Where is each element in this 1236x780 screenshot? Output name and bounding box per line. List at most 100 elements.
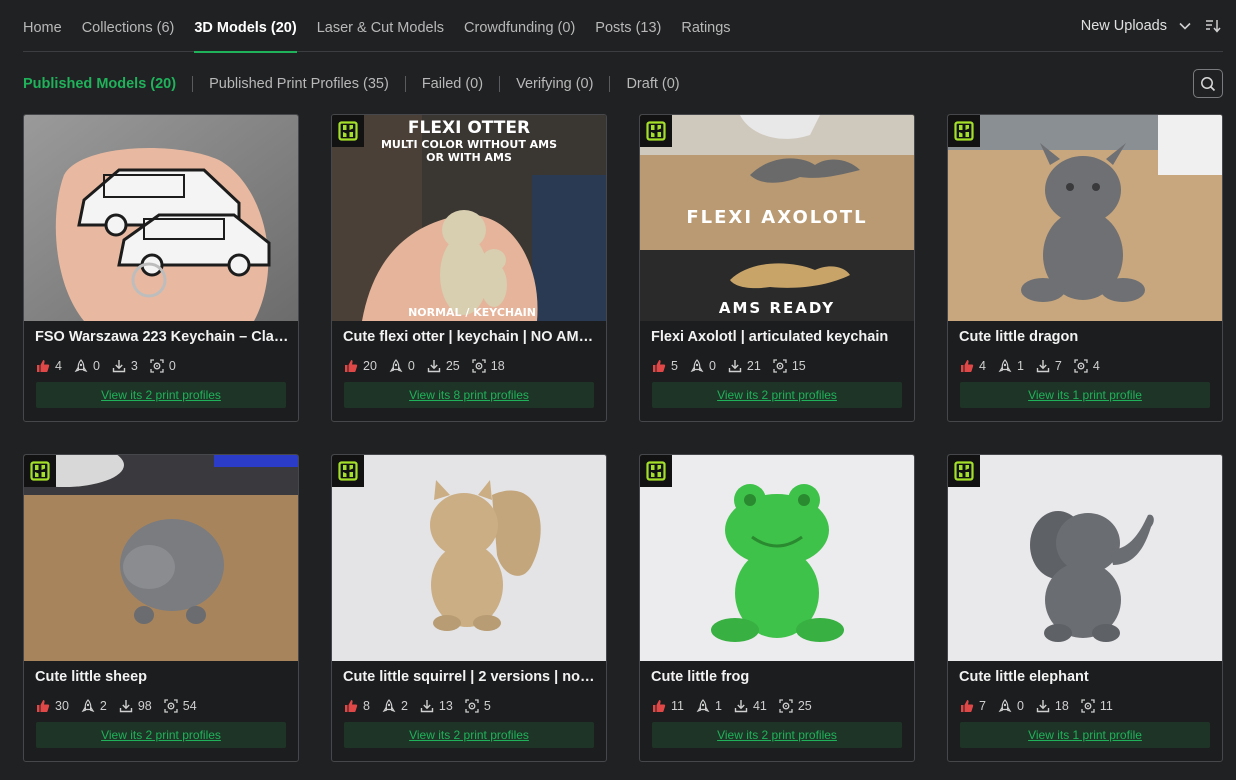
thumbs-up-icon (652, 359, 666, 373)
download-count: 3 (130, 359, 138, 373)
view-print-profiles-link[interactable]: View its 1 print profile (960, 382, 1210, 408)
thumbs-up-icon (36, 699, 50, 713)
download-icon (734, 699, 748, 713)
tab-posts[interactable]: Posts (13) (595, 0, 661, 52)
download-icon (1036, 359, 1050, 373)
model-thumbnail[interactable] (948, 455, 1222, 661)
filter-draft[interactable]: Draft (0) (626, 76, 679, 92)
rocket-icon (382, 699, 396, 713)
print-count: 0 (168, 359, 176, 373)
like-count: 20 (363, 359, 377, 373)
model-thumbnail[interactable] (24, 455, 298, 661)
download-icon (112, 359, 126, 373)
like-count: 4 (979, 359, 986, 373)
download-icon (119, 699, 133, 713)
model-title[interactable]: Cute flexi otter | keychain | NO AMS / A… (343, 329, 597, 345)
model-card: FSO Warszawa 223 Keychain – Classic Poli… (23, 114, 299, 422)
search-icon (1201, 76, 1216, 91)
printer-icon (150, 359, 164, 373)
printer-icon (472, 359, 486, 373)
like-count: 30 (55, 699, 69, 713)
bambu-logo-icon (332, 115, 364, 147)
view-print-profiles-link[interactable]: View its 2 print profiles (344, 722, 594, 748)
bambu-logo-icon (948, 115, 980, 147)
model-card: Cute little frog 11 1 41 25 View its 2 p… (639, 454, 915, 762)
print-count: 5 (483, 699, 491, 713)
divider (609, 76, 611, 92)
model-stats: 5 0 21 15 (652, 359, 818, 373)
chevron-down-icon[interactable] (1175, 16, 1195, 36)
model-thumbnail[interactable] (24, 115, 298, 321)
divider (192, 76, 194, 92)
model-title[interactable]: FSO Warszawa 223 Keychain – Classic Poli… (35, 329, 289, 345)
thumb-caption-bottom: AMS READY (719, 299, 835, 317)
download-icon (427, 359, 441, 373)
download-count: 41 (752, 699, 767, 713)
model-title[interactable]: Cute little frog (651, 669, 905, 685)
model-title[interactable]: Cute little elephant (959, 669, 1213, 685)
thumb-caption-sub: OR WITH AMS (426, 151, 512, 164)
like-count: 11 (671, 699, 684, 713)
model-thumbnail[interactable] (332, 455, 606, 661)
printer-icon (164, 699, 178, 713)
view-print-profiles-link[interactable]: View its 1 print profile (960, 722, 1210, 748)
model-thumbnail[interactable]: FLEXI AXOLOTL AMS READY (640, 115, 914, 321)
printer-icon (773, 359, 787, 373)
search-button[interactable] (1193, 69, 1223, 98)
boost-count: 0 (1016, 699, 1024, 713)
boost-count: 1 (1016, 359, 1024, 373)
model-stats: 8 2 13 5 (344, 699, 503, 713)
thumbs-up-icon (652, 699, 666, 713)
tab-3d-models[interactable]: 3D Models (20) (194, 0, 298, 53)
filter-verifying[interactable]: Verifying (0) (516, 76, 593, 92)
like-count: 4 (55, 359, 62, 373)
filter-failed[interactable]: Failed (0) (422, 76, 483, 92)
thumb-caption-bottom: NORMAL / KEYCHAIN (408, 306, 536, 319)
sort-control: New Uploads (1081, 0, 1223, 52)
rocket-icon (690, 359, 704, 373)
filter-published-models[interactable]: Published Models (20) (23, 76, 176, 92)
printer-icon (1074, 359, 1088, 373)
download-count: 25 (445, 359, 460, 373)
tab-crowdfunding[interactable]: Crowdfunding (0) (464, 0, 575, 52)
tab-collections[interactable]: Collections (6) (82, 0, 175, 52)
printer-icon (1081, 699, 1095, 713)
model-title[interactable]: Flexi Axolotl | articulated keychain (651, 329, 905, 345)
like-count: 5 (671, 359, 678, 373)
model-thumbnail[interactable]: FLEXI OTTER MULTI COLOR WITHOUT AMS OR W… (332, 115, 606, 321)
thumbs-up-icon (960, 699, 974, 713)
view-print-profiles-link[interactable]: View its 2 print profiles (652, 722, 902, 748)
rocket-icon (998, 359, 1012, 373)
tab-ratings[interactable]: Ratings (681, 0, 730, 52)
model-stats: 11 1 41 25 (652, 699, 824, 713)
model-stats: 7 0 18 11 (960, 699, 1125, 713)
download-icon (1036, 699, 1050, 713)
model-title[interactable]: Cute little squirrel | 2 versions | no s… (343, 669, 597, 685)
sort-dropdown[interactable]: New Uploads (1081, 18, 1167, 34)
printer-icon (465, 699, 479, 713)
view-print-profiles-link[interactable]: View its 8 print profiles (344, 382, 594, 408)
thumb-caption-sub: MULTI COLOR WITHOUT AMS (381, 138, 557, 151)
sort-order-icon[interactable] (1203, 16, 1223, 36)
filter-published-print-profiles[interactable]: Published Print Profiles (35) (209, 76, 389, 92)
boost-count: 0 (92, 359, 100, 373)
thumb-caption-title: FLEXI OTTER (408, 118, 530, 138)
tab-laser-cut-models[interactable]: Laser & Cut Models (317, 0, 444, 52)
print-count: 25 (797, 699, 812, 713)
model-card: FLEXI OTTER MULTI COLOR WITHOUT AMS OR W… (331, 114, 607, 422)
divider (499, 76, 501, 92)
model-title[interactable]: Cute little dragon (959, 329, 1213, 345)
rocket-icon (74, 359, 88, 373)
model-thumbnail[interactable] (948, 115, 1222, 321)
thumbs-up-icon (344, 699, 358, 713)
view-print-profiles-link[interactable]: View its 2 print profiles (36, 722, 286, 748)
view-print-profiles-link[interactable]: View its 2 print profiles (652, 382, 902, 408)
boost-count: 2 (99, 699, 107, 713)
boost-count: 0 (708, 359, 716, 373)
print-count: 11 (1099, 699, 1113, 713)
model-title[interactable]: Cute little sheep (35, 669, 289, 685)
boost-count: 1 (714, 699, 722, 713)
model-thumbnail[interactable] (640, 455, 914, 661)
tab-home[interactable]: Home (23, 0, 62, 52)
view-print-profiles-link[interactable]: View its 2 print profiles (36, 382, 286, 408)
